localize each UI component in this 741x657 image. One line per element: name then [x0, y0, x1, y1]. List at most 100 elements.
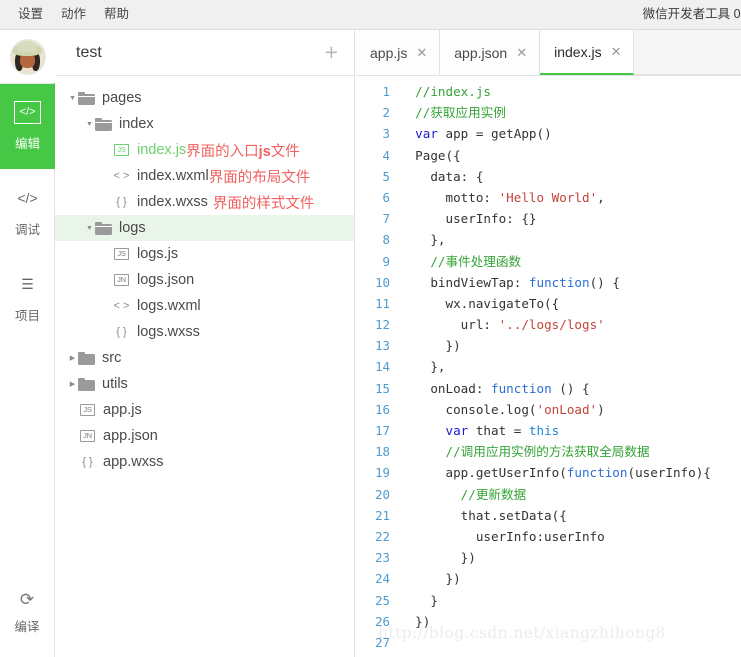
code-line-text[interactable]: //事件处理函数: [400, 251, 741, 272]
line-number: 22: [356, 526, 400, 547]
tree-item-annotation: 界面的布局文件: [209, 166, 311, 187]
code-line-text[interactable]: //更新数据: [400, 484, 741, 505]
code-line-text[interactable]: app.getUserInfo(function(userInfo){: [400, 462, 741, 483]
rail-button-compile[interactable]: ⟳ 编译: [0, 591, 54, 635]
code-line-text[interactable]: url: '../logs/logs': [400, 314, 741, 335]
code-line-text[interactable]: bindViewTap: function() {: [400, 272, 741, 293]
line-number: 9: [356, 251, 400, 272]
menu-item-actions[interactable]: 动作: [61, 0, 86, 29]
tree-item-index[interactable]: ▼ index: [55, 111, 354, 137]
code-line-text[interactable]: }: [400, 590, 741, 611]
code-line-text[interactable]: //index.js: [400, 81, 741, 102]
code-line: 13 }): [356, 335, 741, 356]
code-token: bindViewTap:: [400, 275, 529, 290]
json-file-icon: JN: [112, 274, 131, 286]
line-number: 24: [356, 568, 400, 589]
rail-label-edit: 编辑: [15, 133, 40, 152]
tree-item-annotation: 界面的样式文件: [213, 192, 315, 213]
avatar-container[interactable]: [0, 30, 55, 83]
tree-item-index-js[interactable]: JSindex.js界面的入口js文件: [55, 137, 354, 163]
tree-item-logs-json[interactable]: JNlogs.json: [55, 267, 354, 293]
rail-button-debug[interactable]: </> 调试: [0, 169, 55, 255]
code-line-text[interactable]: data: {: [400, 166, 741, 187]
tree-item-pages[interactable]: ▼ pages: [55, 85, 354, 111]
tree-item-logs-wxml[interactable]: < >logs.wxml: [55, 293, 354, 319]
chevron-down-icon[interactable]: ▼: [84, 225, 95, 232]
tree-item-label: index: [119, 116, 154, 132]
code-line-text[interactable]: }): [400, 547, 741, 568]
rail-divider: [0, 83, 54, 84]
code-line-text[interactable]: var that = this: [400, 420, 741, 441]
code-line-text[interactable]: var app = getApp(): [400, 123, 741, 144]
code-token: }): [400, 571, 461, 586]
code-line-text[interactable]: //获取应用实例: [400, 102, 741, 123]
code-token: motto:: [400, 190, 499, 205]
code-line-text[interactable]: motto: 'Hello World',: [400, 187, 741, 208]
code-token: [400, 126, 415, 141]
code-line: 3 var app = getApp(): [356, 123, 741, 144]
code-line-text[interactable]: },: [400, 356, 741, 377]
code-line: 4 Page({: [356, 145, 741, 166]
tree-item-utils[interactable]: ▶ utils: [55, 371, 354, 397]
chevron-right-icon[interactable]: ▶: [67, 355, 78, 362]
code-icon: </>: [14, 101, 41, 124]
code-line: 25 }: [356, 590, 741, 611]
line-number: 3: [356, 123, 400, 144]
code-line: 6 motto: 'Hello World',: [356, 187, 741, 208]
code-token: [400, 423, 446, 438]
code-line-text[interactable]: //调用应用实例的方法获取全局数据: [400, 441, 741, 462]
tree-item-annotation: 界面的入口js文件: [186, 140, 300, 161]
line-number: 10: [356, 272, 400, 293]
folder-icon: [78, 92, 95, 105]
chevron-right-icon[interactable]: ▶: [67, 381, 78, 388]
code-line-text[interactable]: that.setData({: [400, 505, 741, 526]
tree-item-src[interactable]: ▶ src: [55, 345, 354, 371]
tree-item-label: pages: [102, 90, 142, 106]
editor-tab-app-js[interactable]: app.js✕: [356, 30, 440, 75]
close-icon[interactable]: ✕: [611, 45, 622, 58]
tree-item-app-js[interactable]: JSapp.js: [55, 397, 354, 423]
code-line-text[interactable]: wx.navigateTo({: [400, 293, 741, 314]
tree-item-label: src: [102, 350, 121, 366]
tree-item-index-wxss[interactable]: { }index.wxss界面的样式文件: [55, 189, 354, 215]
code-line-text[interactable]: },: [400, 229, 741, 250]
tree-item-app-wxss[interactable]: { }app.wxss: [55, 449, 354, 475]
close-icon[interactable]: ✕: [516, 46, 527, 59]
line-number: 20: [356, 484, 400, 505]
code-line-text[interactable]: userInfo: {}: [400, 208, 741, 229]
code-line-text[interactable]: console.log('onLoad'): [400, 399, 741, 420]
menu-bar: 设置 动作 帮助 微信开发者工具 0.: [0, 0, 741, 30]
tree-item-app-json[interactable]: JNapp.json: [55, 423, 354, 449]
chevron-down-icon[interactable]: ▼: [84, 121, 95, 128]
editor-tab-app-json[interactable]: app.json✕: [440, 30, 540, 75]
code-line-text[interactable]: userInfo:userInfo: [400, 526, 741, 547]
line-number: 15: [356, 378, 400, 399]
menu-item-settings[interactable]: 设置: [18, 0, 43, 29]
code-line: 10 bindViewTap: function() {: [356, 272, 741, 293]
tree-item-index-wxml[interactable]: < >index.wxml界面的布局文件: [55, 163, 354, 189]
app-window: 设置 动作 帮助 微信开发者工具 0. </> 编辑 </> 调试 ☰: [0, 0, 741, 657]
add-file-button[interactable]: +: [325, 41, 338, 64]
tree-item-label: app.json: [103, 428, 158, 444]
editor-tab-index-js[interactable]: index.js✕: [540, 30, 634, 75]
rail-button-edit[interactable]: </> 编辑: [0, 83, 55, 169]
code-line-text[interactable]: onLoad: function () {: [400, 378, 741, 399]
chevron-down-icon[interactable]: ▼: [67, 95, 78, 102]
tree-item-logs-wxss[interactable]: { }logs.wxss: [55, 319, 354, 345]
code-line: 14 },: [356, 356, 741, 377]
avatar[interactable]: [10, 39, 46, 75]
code-area[interactable]: 1 //index.js2 //获取应用实例3 var app = getApp…: [356, 76, 741, 657]
code-line-text[interactable]: Page({: [400, 145, 741, 166]
tree-item-logs[interactable]: ▼logs: [55, 215, 354, 241]
rail-label-debug: 调试: [15, 219, 40, 238]
tree-item-label: utils: [102, 376, 128, 392]
tree-item-label: index.wxml: [137, 168, 209, 184]
app-title: 微信开发者工具 0.: [643, 0, 741, 29]
code-line-text[interactable]: }): [400, 335, 741, 356]
rail-button-project[interactable]: ☰ 项目: [0, 255, 55, 341]
close-icon[interactable]: ✕: [416, 46, 427, 59]
code-token: Page({: [400, 148, 461, 163]
code-line-text[interactable]: }): [400, 568, 741, 589]
tree-item-logs-js[interactable]: JSlogs.js: [55, 241, 354, 267]
menu-item-help[interactable]: 帮助: [104, 0, 129, 29]
